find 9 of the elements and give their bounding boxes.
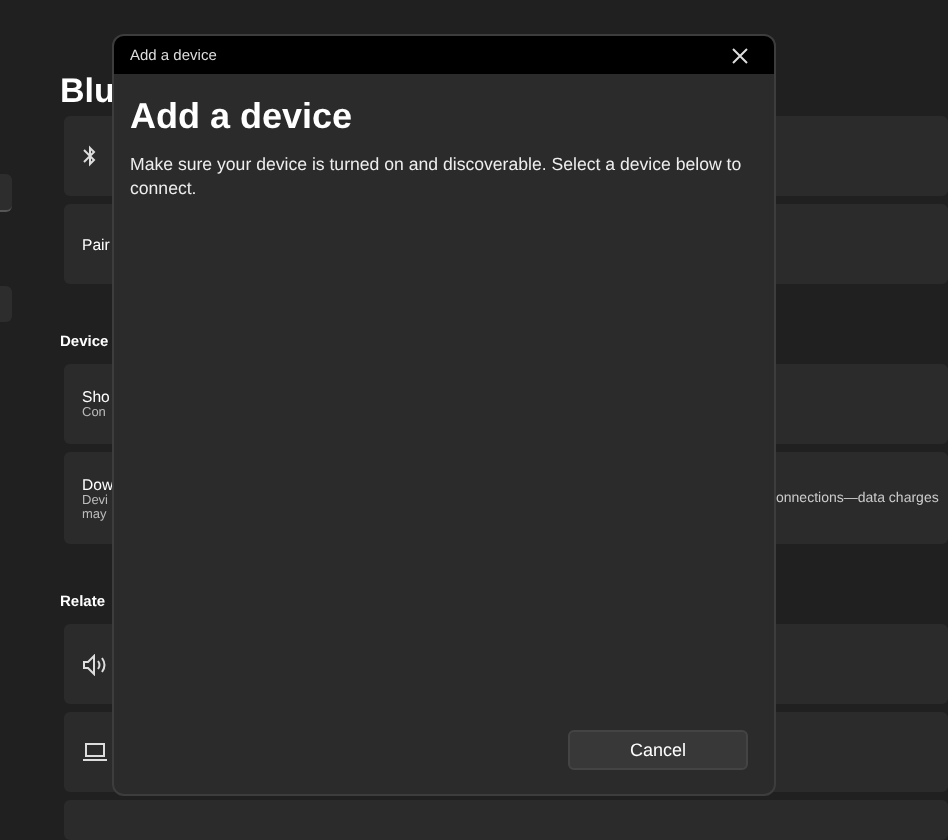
dialog-heading: Add a device — [130, 96, 355, 138]
speaker-icon — [82, 653, 108, 675]
cancel-button[interactable]: Cancel — [568, 730, 748, 770]
close-icon[interactable] — [732, 47, 748, 63]
nav-item[interactable] — [0, 174, 12, 212]
laptop-icon — [82, 742, 108, 762]
dialog-message: Make sure your device is turned on and discoverable. Select a device below to connect. — [130, 152, 744, 200]
page-heading: Blu — [60, 72, 115, 114]
bluetooth-icon — [82, 144, 98, 168]
